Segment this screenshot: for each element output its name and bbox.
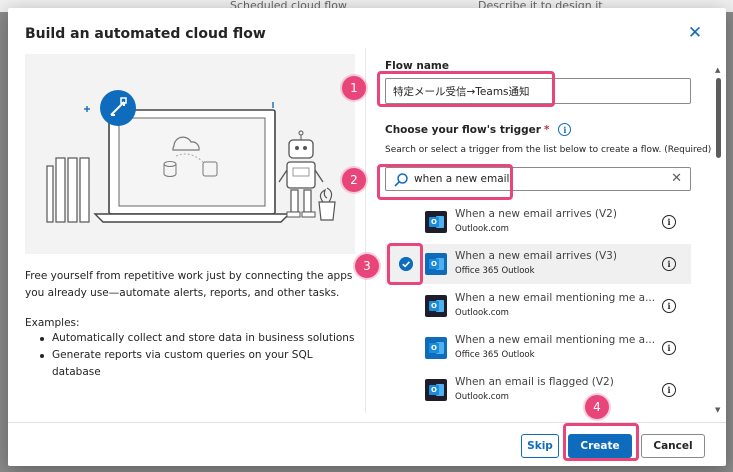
trigger-item[interactable]: O When a new email arrives (V2) Outlook.…	[385, 202, 691, 242]
trigger-connector: Office 365 Outlook	[455, 266, 535, 276]
trigger-item[interactable]: O When an email is flagged (V2) Outlook.…	[385, 370, 691, 410]
trigger-connector: Office 365 Outlook	[455, 350, 535, 360]
cancel-button[interactable]: Cancel	[641, 434, 705, 458]
trigger-list: O When a new email arrives (V2) Outlook.…	[385, 202, 691, 410]
info-icon[interactable]: i	[662, 383, 676, 397]
trigger-help-text: Search or select a trigger from the list…	[385, 145, 712, 155]
outlook-com-icon: O	[425, 379, 447, 401]
trigger-name: When a new email arrives (V2)	[455, 208, 617, 220]
trigger-label: Choose your flow's trigger * i	[385, 123, 572, 136]
required-mark: *	[543, 123, 550, 136]
callout-badge: 4	[585, 395, 609, 419]
callout-box-search	[377, 164, 513, 200]
panel-scrollbar[interactable]: ▲ ▼	[714, 66, 724, 418]
skip-button[interactable]: Skip	[521, 434, 559, 458]
trigger-connector: Outlook.com	[455, 308, 509, 318]
flow-illustration	[25, 54, 355, 254]
office365-outlook-icon: O	[425, 337, 447, 359]
scroll-up-icon[interactable]: ▲	[715, 66, 720, 74]
outlook-com-icon: O	[425, 211, 447, 233]
trigger-label-text: Choose your flow's trigger	[385, 123, 541, 136]
build-flow-dialog: Build an automated cloud flow ✕ Free you…	[8, 8, 726, 466]
callout-box-create	[563, 423, 639, 461]
callout-badge: 1	[342, 76, 366, 100]
callout-badge: 3	[355, 254, 379, 278]
info-icon[interactable]: i	[662, 257, 676, 271]
example-item: Generate reports via custom queries on y…	[38, 347, 356, 381]
trigger-name: When a new email mentioning me a...	[455, 292, 656, 304]
outlook-com-icon: O	[425, 295, 447, 317]
laptop-robot-illustration	[46, 90, 336, 223]
close-icon[interactable]: ✕	[685, 23, 705, 43]
info-icon[interactable]: i	[662, 299, 676, 313]
trigger-name: When a new email arrives (V3)	[455, 250, 617, 262]
info-icon[interactable]: i	[662, 341, 676, 355]
trigger-item[interactable]: O When a new email mentioning me a... Ou…	[385, 286, 691, 326]
clear-search-icon[interactable]: ✕	[671, 171, 682, 186]
example-item: Automatically collect and store data in …	[38, 330, 356, 347]
scroll-down-icon[interactable]: ▼	[715, 406, 720, 414]
info-icon[interactable]: i	[558, 123, 572, 136]
callout-badge: 2	[342, 168, 366, 192]
dialog-title: Build an automated cloud flow	[25, 26, 266, 42]
callout-box-flow-name	[377, 71, 555, 107]
dialog-description: Free yourself from repetitive work just …	[25, 270, 353, 299]
trigger-item-selected[interactable]: O When a new email arrives (V3) Office 3…	[385, 244, 691, 284]
trigger-connector: Outlook.com	[455, 392, 509, 402]
examples-list: Automatically collect and store data in …	[38, 330, 356, 381]
callout-box-selection	[387, 243, 423, 285]
office365-outlook-icon: O	[425, 253, 447, 275]
panel-divider	[365, 48, 366, 413]
info-icon[interactable]: i	[662, 215, 676, 229]
trigger-connector: Outlook.com	[455, 224, 509, 234]
trigger-item[interactable]: O When a new email mentioning me a... Of…	[385, 328, 691, 368]
trigger-name: When a new email mentioning me a...	[455, 334, 656, 346]
scrollbar-thumb[interactable]	[716, 78, 721, 158]
trigger-name: When an email is flagged (V2)	[455, 376, 614, 388]
